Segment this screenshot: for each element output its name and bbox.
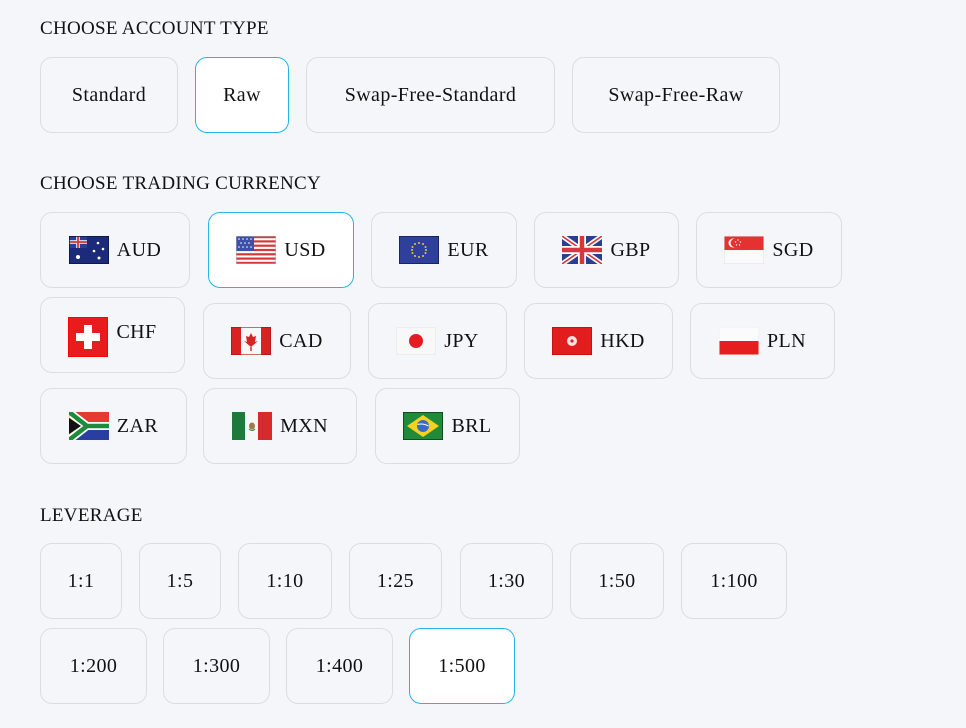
currency-eur[interactable]: EUR [371,212,517,288]
japan-flag-icon [396,327,437,355]
usa-flag-icon [236,236,277,264]
currency-chf[interactable]: CHF [40,297,185,373]
option-label: Swap-Free-Standard [344,83,517,106]
leverage-heading: LEVERAGE [40,505,143,526]
brazil-flag-icon [403,412,444,440]
poland-flag-icon [719,327,759,355]
currency-code: USD [284,238,326,261]
currency-code: JPY [444,329,479,352]
option-label: 1:25 [376,569,415,592]
leverage-1-400[interactable]: 1:400 [286,628,393,704]
currency-code: HKD [600,329,645,352]
uk-flag-icon [562,236,603,264]
account-type-heading: CHOOSE ACCOUNT TYPE [40,18,269,39]
eu-flag-icon [399,236,440,264]
account-type-swap-free-standard[interactable]: Swap-Free-Standard [306,57,555,133]
option-label: 1:500 [438,654,486,677]
currency-code: GBP [610,238,651,261]
currency-pln[interactable]: PLN [690,303,835,379]
leverage-1-25[interactable]: 1:25 [349,543,442,619]
leverage-1-500[interactable]: 1:500 [409,628,515,704]
option-label: 1:30 [487,569,526,592]
currency-zar[interactable]: ZAR [40,388,187,464]
currency-brl[interactable]: BRL [375,388,520,464]
currency-code: CHF [116,320,157,343]
currency-aud[interactable]: AUD [40,212,190,288]
currency-code: ZAR [116,414,159,437]
option-label: 1:10 [266,569,304,592]
switzerland-flag-icon [68,317,109,357]
leverage-1-100[interactable]: 1:100 [681,543,787,619]
currency-code: PLN [767,329,806,352]
singapore-flag-icon [724,236,765,264]
leverage-1-300[interactable]: 1:300 [163,628,270,704]
account-type-swap-free-raw[interactable]: Swap-Free-Raw [572,57,780,133]
option-label: 1:200 [69,654,118,677]
option-label: 1:50 [598,569,636,592]
option-label: 1:300 [192,654,241,677]
australia-flag-icon [68,236,109,264]
option-label: 1:400 [315,654,364,677]
leverage-1-200[interactable]: 1:200 [40,628,147,704]
hong-kong-flag-icon [552,327,593,355]
currency-gbp[interactable]: GBP [534,212,679,288]
currency-code: BRL [451,414,492,437]
south-africa-flag-icon [68,412,109,440]
currency-jpy[interactable]: JPY [368,303,507,379]
currency-hkd[interactable]: HKD [524,303,673,379]
option-label: 1:1 [67,569,95,592]
option-label: 1:5 [166,569,194,592]
option-label: Swap-Free-Raw [608,83,744,106]
option-label: Standard [71,83,147,106]
leverage-1-30[interactable]: 1:30 [460,543,553,619]
currency-cad[interactable]: CAD [203,303,351,379]
mexico-flag-icon [232,412,273,440]
option-label: Raw [223,83,261,106]
option-label: 1:100 [710,569,758,592]
canada-flag-icon [231,327,272,355]
leverage-1-1[interactable]: 1:1 [40,543,122,619]
currency-code: MXN [280,414,328,437]
leverage-1-10[interactable]: 1:10 [238,543,332,619]
currency-code: SGD [772,238,814,261]
currency-code: CAD [279,329,323,352]
currency-heading: CHOOSE TRADING CURRENCY [40,173,322,194]
currency-mxn[interactable]: MXN [203,388,357,464]
currency-code: AUD [116,238,162,261]
currency-code: EUR [447,238,489,261]
leverage-1-5[interactable]: 1:5 [139,543,221,619]
currency-usd[interactable]: USD [208,212,354,288]
account-type-standard[interactable]: Standard [40,57,178,133]
leverage-1-50[interactable]: 1:50 [570,543,664,619]
currency-sgd[interactable]: SGD [696,212,842,288]
account-type-raw[interactable]: Raw [195,57,289,133]
